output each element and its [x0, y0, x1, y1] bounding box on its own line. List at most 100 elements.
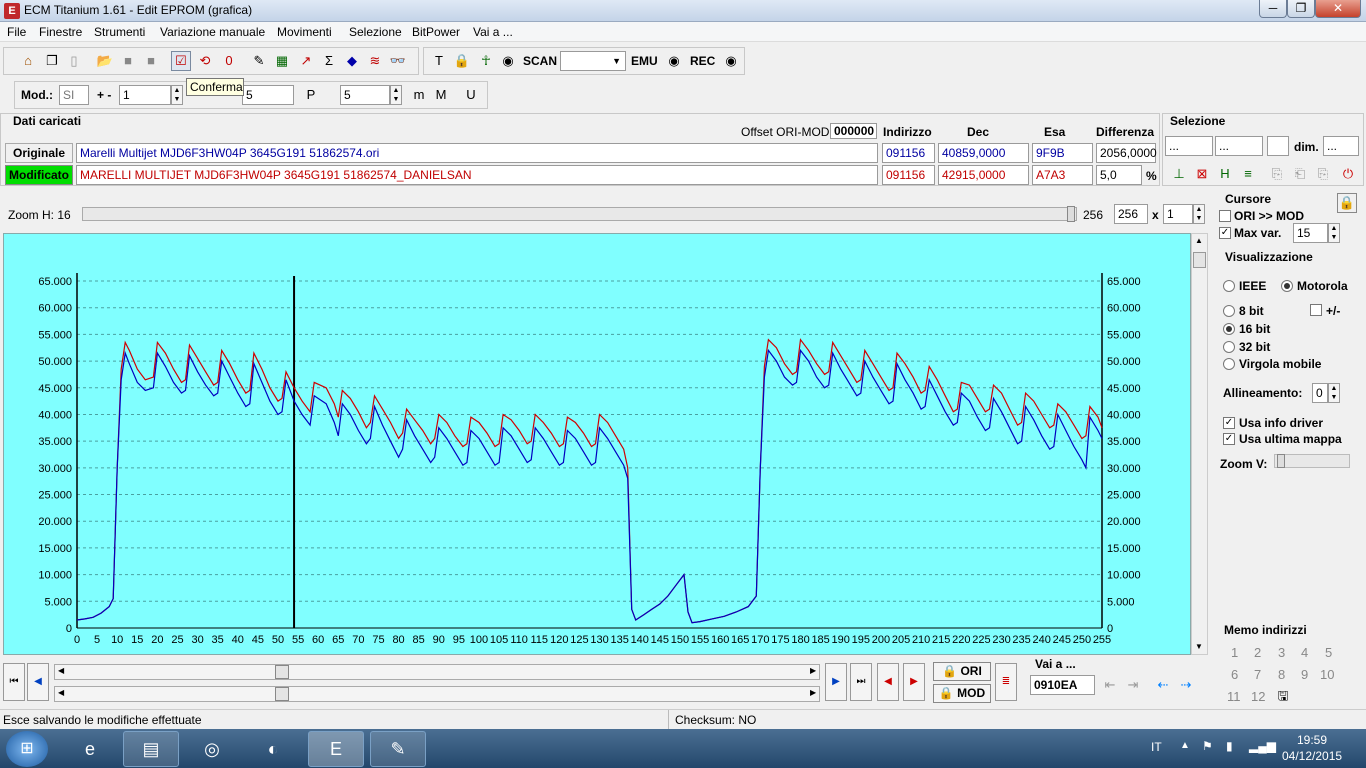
emu-dot-icon[interactable]: ◉ — [664, 51, 684, 71]
ieee-radio[interactable] — [1223, 280, 1235, 292]
edit-icon[interactable]: ✎ — [249, 51, 269, 71]
prev-page-button[interactable]: ◀ — [27, 663, 49, 701]
memo-12[interactable]: 12 — [1251, 689, 1265, 704]
32bit-radio[interactable] — [1223, 341, 1235, 353]
zoom-value-2[interactable]: 256 — [1114, 204, 1148, 224]
p-button-icon[interactable]: P — [301, 85, 321, 105]
cursor-lock-icon[interactable]: 🔒 — [1337, 193, 1357, 213]
use-driver-checkbox[interactable]: ✓ — [1223, 417, 1235, 429]
signal-icon[interactable]: ▂▄▆ — [1249, 739, 1276, 753]
emu-label[interactable]: EMU — [631, 54, 658, 68]
select-end-icon[interactable]: ≡ — [1238, 164, 1258, 184]
u-icon[interactable]: U — [461, 85, 481, 105]
zoom-v-thumb[interactable] — [1277, 454, 1285, 468]
battery-icon[interactable]: ▮ — [1226, 739, 1233, 753]
memo-11[interactable]: 11 — [1227, 689, 1241, 704]
minimize-button[interactable]: ─ — [1259, 0, 1287, 18]
memo-10[interactable]: 10 — [1320, 667, 1334, 682]
rec-dot-icon[interactable]: ◉ — [721, 51, 741, 71]
goto-field[interactable]: 0910EA — [1030, 675, 1095, 695]
selection-end-field[interactable]: ... — [1215, 136, 1263, 156]
ori-button[interactable]: 🔒 ORI — [933, 662, 991, 681]
mod-value-field[interactable]: SI — [59, 85, 89, 105]
paste-icon[interactable]: ⎗ — [1290, 164, 1310, 184]
save-disabled-icon[interactable]: ■ — [118, 51, 138, 71]
menu-strumenti[interactable]: Strumenti — [94, 25, 145, 39]
chart-vertical-scrollbar[interactable]: ▲ ▼ — [1191, 233, 1208, 655]
binoculars-icon[interactable]: 👓 — [388, 51, 408, 71]
memo-4[interactable]: 4 — [1301, 645, 1308, 660]
memo-save-icon[interactable]: 🖫 — [1273, 686, 1293, 706]
p-value-field[interactable]: 5 — [340, 85, 390, 105]
memo-1[interactable]: 1 — [1231, 645, 1238, 660]
scroll-top-thumb[interactable] — [275, 665, 289, 679]
next-page-button[interactable]: ▶ — [825, 663, 847, 701]
paste-special-icon[interactable]: ⎘ — [1313, 164, 1333, 184]
lock-icon[interactable]: 🔒 — [452, 51, 472, 71]
use-last-map-checkbox[interactable]: ✓ — [1223, 433, 1235, 445]
scroll-right-icon[interactable]: ▶ — [810, 666, 816, 675]
zoom-value-3[interactable]: 1 — [1163, 204, 1193, 224]
clock-date[interactable]: 04/12/2015 — [1282, 749, 1342, 763]
power-icon[interactable]: ⏻ — [1338, 164, 1358, 184]
page-icon[interactable]: ▯ — [64, 51, 84, 71]
zero-icon[interactable]: 0 — [219, 51, 239, 71]
explorer-icon[interactable]: ▤ — [123, 731, 179, 767]
zoom-h-slider[interactable] — [82, 206, 1077, 222]
terminal-icon[interactable]: T — [429, 51, 449, 71]
firefox-icon[interactable]: ◐ — [245, 731, 301, 767]
ecm-titanium-task-icon[interactable]: E — [308, 731, 364, 767]
record-dot-icon[interactable]: ◉ — [498, 51, 518, 71]
scan-dropdown[interactable]: ▼ — [560, 51, 626, 71]
chart-area[interactable]: 0 0 5.000 5.000 10.000 10.000 15.000 15.000 20.0… — [3, 233, 1191, 655]
scroll-bottom-thumb[interactable] — [275, 687, 289, 701]
menu-movimenti[interactable]: Movimenti — [277, 25, 332, 39]
menu-finestre[interactable]: Finestre — [39, 25, 82, 39]
align-stepper[interactable]: ▲ ▼ — [1328, 383, 1340, 403]
8bit-radio[interactable] — [1223, 305, 1235, 317]
m-big-icon[interactable]: M — [431, 85, 451, 105]
original-label[interactable]: Originale — [5, 143, 73, 163]
max-var-stepper[interactable]: ▲ ▼ — [1328, 223, 1340, 243]
undo-icon[interactable]: ⟲ — [195, 51, 215, 71]
plusminus-checkbox[interactable] — [1310, 304, 1322, 316]
select-cross-icon[interactable]: ⊠ — [1192, 164, 1212, 184]
memo-prev-icon[interactable]: ⇠ — [1153, 675, 1173, 695]
goto-back-icon[interactable]: ⇤ — [1100, 675, 1120, 695]
menu-variazione-manuale[interactable]: Variazione manuale — [160, 25, 265, 39]
max-var-field[interactable]: 15 — [1293, 223, 1328, 243]
compare-icon[interactable]: ≣ — [995, 663, 1017, 701]
memo-9[interactable]: 9 — [1301, 667, 1308, 682]
scroll-track-top[interactable]: ◀ ▶ — [54, 664, 820, 680]
memo-7[interactable]: 7 — [1254, 667, 1261, 682]
vscroll-thumb[interactable] — [1193, 252, 1206, 268]
memo-8[interactable]: 8 — [1278, 667, 1285, 682]
max-var-checkbox[interactable]: ✓ — [1219, 227, 1231, 239]
16bit-radio[interactable] — [1223, 323, 1235, 335]
tray-arrow-icon[interactable]: ▲ — [1180, 740, 1190, 751]
motorola-radio[interactable] — [1281, 280, 1293, 292]
plusminus-stepper[interactable]: ▲ ▼ — [171, 85, 183, 105]
windows-icon[interactable]: ❐ — [42, 51, 62, 71]
memo-next-icon[interactable]: ⇢ — [1176, 675, 1196, 695]
language-indicator[interactable]: IT — [1151, 740, 1162, 754]
float-radio[interactable] — [1223, 358, 1235, 370]
close-button[interactable]: ✕ — [1315, 0, 1361, 18]
dim-field[interactable]: ... — [1323, 136, 1359, 156]
select-h-icon[interactable]: H — [1215, 164, 1235, 184]
ag-field[interactable]: 5 — [242, 85, 294, 105]
menu-file[interactable]: File — [7, 25, 26, 39]
last-page-button[interactable]: ⏭ — [850, 663, 872, 701]
selection-start-field[interactable]: ... — [1165, 136, 1213, 156]
menu-vai-a[interactable]: Vai a ... — [473, 25, 513, 39]
ie-icon[interactable]: e — [62, 731, 118, 767]
zoom-h-thumb[interactable] — [1067, 206, 1075, 222]
next-diff-button[interactable]: ▶ — [903, 663, 925, 701]
memo-6[interactable]: 6 — [1231, 667, 1238, 682]
confirm-check-icon[interactable]: ☑ — [171, 51, 191, 71]
start-button[interactable]: ⊞ — [6, 731, 48, 767]
m-small-icon[interactable]: m — [409, 85, 429, 105]
align-field[interactable]: 0 — [1312, 383, 1328, 403]
scroll-right-2-icon[interactable]: ▶ — [810, 688, 816, 697]
calculator-icon[interactable]: ▦ — [272, 51, 292, 71]
